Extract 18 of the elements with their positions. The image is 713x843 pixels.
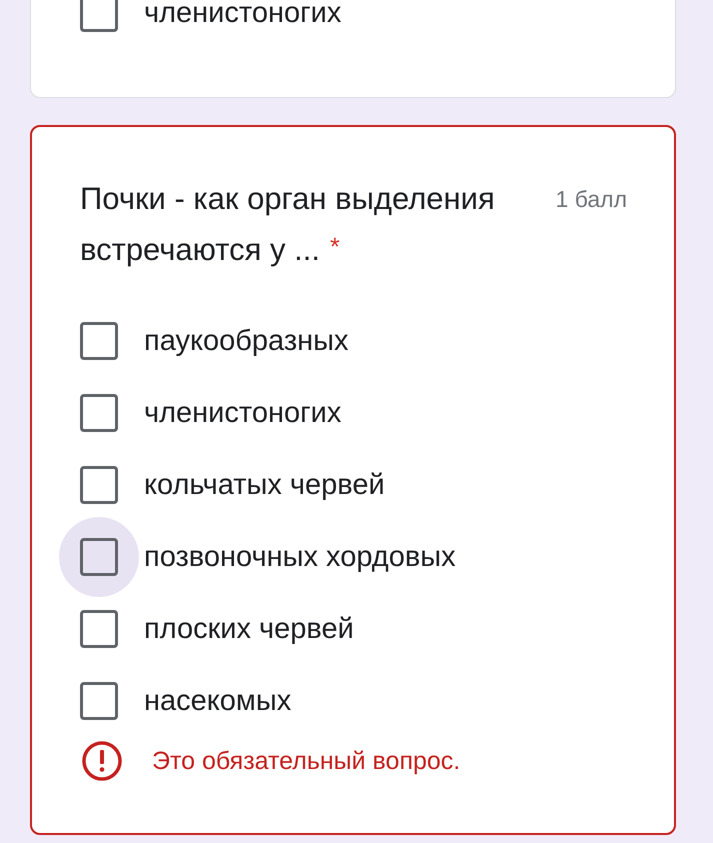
option-label: насекомых: [144, 684, 292, 718]
checkbox[interactable]: [80, 0, 118, 32]
option-label: кольчатых червей: [144, 468, 385, 502]
error-message: Это обязательный вопрос.: [152, 746, 460, 776]
checkbox[interactable]: [80, 322, 118, 360]
error-icon: [82, 741, 122, 781]
checkbox[interactable]: [80, 394, 118, 432]
question-title: Почки - как орган выделения встречаются у ... $^{*}$: [80, 180, 496, 269]
points-label: 1 балл: [556, 185, 627, 214]
checkbox[interactable]: [80, 682, 118, 720]
checkbox[interactable]: [80, 466, 118, 504]
checkbox[interactable]: [80, 538, 118, 576]
option-label: членистоногих: [144, 0, 342, 30]
option-label: членистоногих: [144, 396, 342, 430]
option-label: плоских червей: [144, 612, 354, 646]
option-label: позвоночных хордовых: [144, 540, 456, 574]
option-label: паукообразных: [144, 324, 348, 358]
checkbox[interactable]: [80, 610, 118, 648]
